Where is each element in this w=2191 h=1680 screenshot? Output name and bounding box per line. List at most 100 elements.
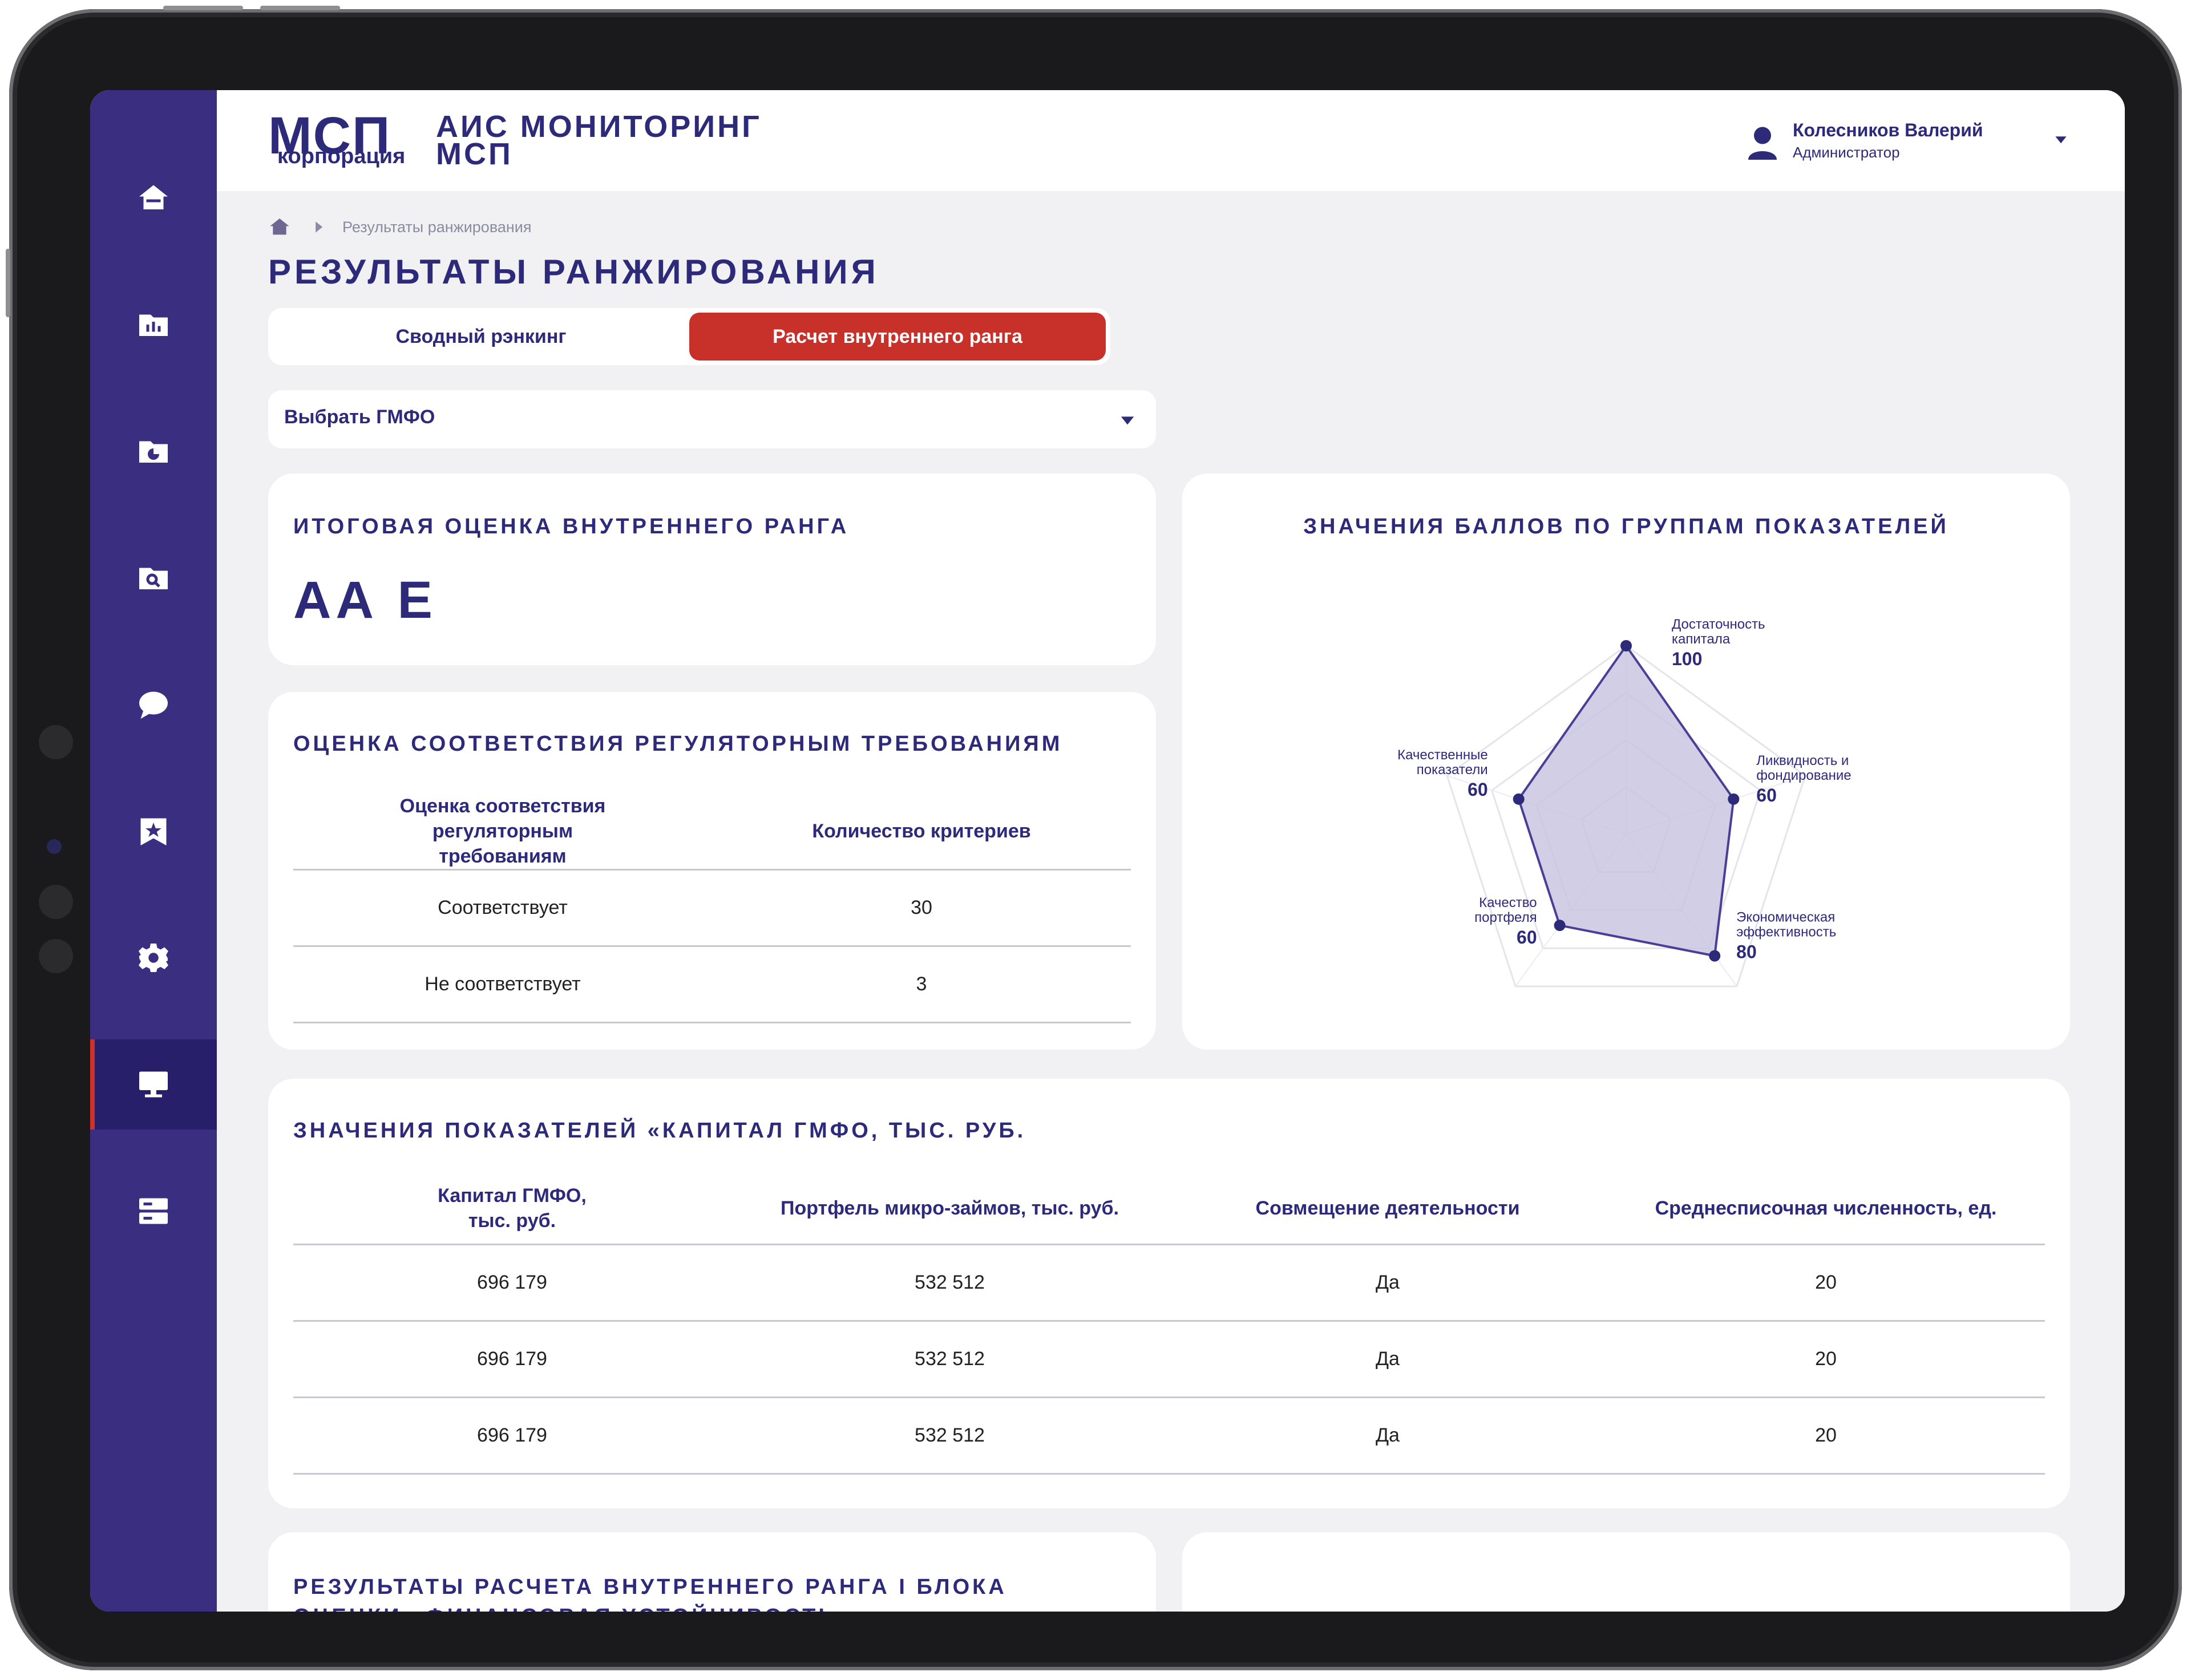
radar-value-label: 60 bbox=[1517, 927, 1537, 948]
user-menu[interactable]: Колесников Валерий Администратор bbox=[1748, 120, 2068, 165]
radar-value-label: 60 bbox=[1756, 785, 1777, 805]
radar-axis-label: портфеля bbox=[1474, 910, 1537, 925]
radar-data-point bbox=[1620, 640, 1632, 651]
app-title-line2: МСП bbox=[436, 137, 513, 171]
sidebar-item-reports[interactable] bbox=[90, 280, 217, 370]
sidebar-item-home[interactable] bbox=[90, 153, 217, 243]
radar-axis-label: Достаточность bbox=[1672, 617, 1765, 632]
header: МСП корпорация АИС Мониторинг МСП Колесн… bbox=[217, 90, 2125, 191]
sidebar-item-database[interactable] bbox=[90, 1166, 217, 1256]
camera-sensor bbox=[39, 725, 73, 759]
app-screen: МСП корпорация АИС Мониторинг МСП Колесн… bbox=[90, 90, 2125, 1612]
capital-cell: 532 512 bbox=[731, 1321, 1169, 1398]
radar-data-point bbox=[1709, 950, 1721, 962]
block-results-title: Результаты расчета внутреннего ранга I б… bbox=[293, 1572, 1007, 1612]
radar-data-point bbox=[1728, 793, 1740, 805]
radar-axis-label: капитала bbox=[1672, 631, 1731, 647]
table-row: Не соответствует 3 bbox=[293, 946, 1131, 1023]
top-button bbox=[163, 6, 243, 10]
radar-axis-label: Экономическая bbox=[1736, 910, 1835, 925]
server-icon bbox=[139, 1198, 168, 1224]
radar-axis-label: Качественные bbox=[1397, 747, 1488, 763]
app-title-line1: АИС Мониторинг bbox=[436, 110, 762, 144]
sidebar-item-analytics[interactable] bbox=[90, 406, 217, 496]
compliance-table: Оценка соответствия регуляторным требова… bbox=[293, 794, 1131, 1023]
radar-axis-label: Качество bbox=[1479, 895, 1537, 910]
gmfo-select[interactable]: Выбрать ГМФО bbox=[268, 390, 1156, 448]
block-results-card: Результаты расчета внутреннего ранга I б… bbox=[268, 1532, 1156, 1612]
capital-table: Капитал ГМФО, тыс. руб. Портфель микро-з… bbox=[293, 1173, 2045, 1475]
capital-cell: 20 bbox=[1607, 1397, 2045, 1475]
capital-cell: 532 512 bbox=[731, 1244, 1169, 1322]
chat-bubble-icon bbox=[139, 691, 168, 719]
top-button bbox=[260, 6, 340, 10]
sidebar-item-favorites[interactable] bbox=[90, 786, 217, 876]
home-icon bbox=[139, 185, 168, 209]
radar-axis-label: фондирование bbox=[1756, 768, 1851, 783]
sidebar-item-messages[interactable] bbox=[90, 659, 217, 750]
compliance-cell: 30 bbox=[712, 869, 1131, 947]
capital-cell: 20 bbox=[1607, 1244, 2045, 1322]
sidebar-item-search[interactable] bbox=[90, 533, 217, 623]
compliance-cell: Не соответствует bbox=[293, 946, 712, 1023]
capital-header-headcount: Среднесписочная численность, ед. bbox=[1607, 1173, 2045, 1245]
sidebar-item-settings[interactable] bbox=[90, 913, 217, 1003]
capital-cell: 20 bbox=[1607, 1321, 2045, 1398]
radar-data-point bbox=[1513, 793, 1525, 805]
camera-sensor bbox=[39, 885, 73, 919]
search-document-icon bbox=[139, 568, 168, 589]
camera-sensor bbox=[39, 939, 73, 973]
rank-card-title: Итоговая оценка внутреннего ранга bbox=[293, 515, 850, 539]
table-row: Соответствует 30 bbox=[293, 869, 1131, 947]
capital-cell: 532 512 bbox=[731, 1397, 1169, 1475]
capital-card-title: Значения показателей «Капитал ГМФО, тыс.… bbox=[293, 1119, 1026, 1143]
capital-header-portfolio: Портфель микро-займов, тыс. руб. bbox=[731, 1173, 1169, 1245]
user-icon bbox=[1748, 127, 1777, 160]
tablet-frame: МСП корпорация АИС Мониторинг МСП Колесн… bbox=[6, 6, 2182, 1670]
radar-value-label: 80 bbox=[1736, 942, 1757, 962]
table-row: 696 179 532 512 Да 20 bbox=[293, 1244, 2045, 1322]
chevron-down-icon[interactable] bbox=[2054, 132, 2068, 146]
capital-cell: Да bbox=[1169, 1397, 1607, 1475]
gmfo-select-value: Выбрать ГМФО bbox=[284, 406, 435, 428]
tab-internal-rank[interactable]: Расчет внутреннего ранга bbox=[689, 313, 1106, 361]
tab-bar: Сводный рэнкинг Расчет внутреннего ранга bbox=[268, 308, 1110, 365]
radar-axis-label: показатели bbox=[1417, 762, 1488, 778]
page-title: Результаты ранжирования bbox=[268, 253, 879, 291]
radar-card: Значения баллов по группам показателей Д… bbox=[1182, 473, 2070, 1050]
gear-icon bbox=[139, 944, 168, 972]
sidebar-item-monitoring[interactable] bbox=[90, 1039, 217, 1130]
block-results-title-line1: Результаты расчета внутреннего ранга I б… bbox=[293, 1575, 1007, 1599]
monitor-icon bbox=[139, 1071, 168, 1098]
compliance-card: Оценка соответствия регуляторным требова… bbox=[268, 692, 1156, 1050]
home-icon[interactable] bbox=[268, 216, 291, 238]
radar-series-area bbox=[1517, 643, 1735, 957]
msp-logo[interactable]: МСП корпорация bbox=[268, 110, 434, 172]
user-role: Администратор bbox=[1793, 144, 1900, 161]
secondary-card bbox=[1182, 1532, 2070, 1612]
compliance-cell: Соответствует bbox=[293, 869, 712, 947]
chevron-down-icon bbox=[1121, 416, 1134, 425]
chevron-right-icon bbox=[316, 221, 323, 233]
star-bookmark-icon bbox=[140, 818, 167, 845]
compliance-card-title: Оценка соответствия регуляторным требова… bbox=[293, 732, 1063, 756]
sidebar bbox=[90, 90, 217, 1612]
capital-cell: Да bbox=[1169, 1321, 1607, 1398]
compliance-header-count: Количество критериев bbox=[712, 794, 1131, 871]
side-button bbox=[6, 249, 10, 317]
breadcrumb-current: Результаты ранжирования bbox=[342, 218, 532, 236]
app-title: АИС Мониторинг МСП bbox=[436, 110, 790, 171]
table-row: 696 179 532 512 Да 20 bbox=[293, 1321, 2045, 1398]
tab-summary-ranking[interactable]: Сводный рэнкинг bbox=[273, 313, 689, 361]
breadcrumb: Результаты ранжирования bbox=[268, 214, 532, 240]
capital-header-capital: Капитал ГМФО, тыс. руб. bbox=[293, 1173, 731, 1245]
radar-axis-label: эффективность bbox=[1736, 925, 1836, 940]
radar-data-point bbox=[1554, 920, 1566, 932]
capital-cell: 696 179 bbox=[293, 1321, 731, 1398]
rank-card: Итоговая оценка внутреннего ранга АА Е bbox=[268, 473, 1156, 665]
radar-value-label: 100 bbox=[1672, 649, 1702, 669]
capital-cell: 696 179 bbox=[293, 1244, 731, 1322]
pie-folder-icon bbox=[139, 441, 168, 463]
compliance-cell: 3 bbox=[712, 946, 1131, 1023]
logo-sub-text: корпорация bbox=[277, 144, 406, 168]
